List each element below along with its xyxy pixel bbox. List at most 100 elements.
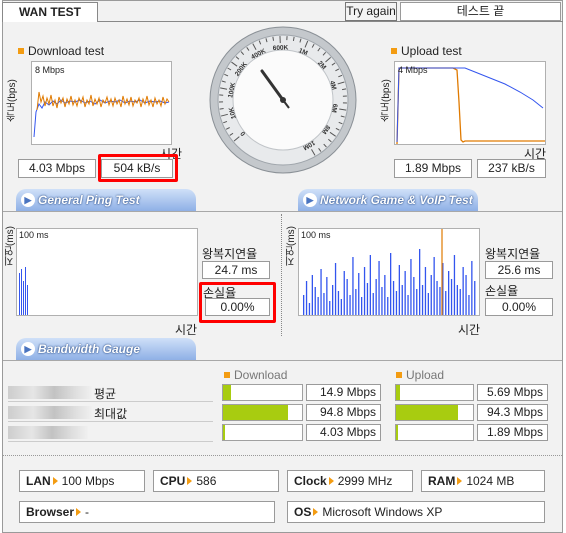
ping-bar	[456, 285, 458, 315]
arrow-right-icon: ▶	[303, 193, 317, 207]
ping-bar	[468, 295, 470, 315]
arrow-icon	[328, 477, 334, 485]
ping-bar	[465, 275, 467, 315]
upload-scale: 4 Mbps	[398, 65, 428, 75]
ram-info: RAM 1024 MB	[421, 470, 545, 492]
download-scale: 8 Mbps	[35, 65, 65, 75]
ping-bar	[410, 259, 412, 315]
upload-title: Upload test	[391, 44, 462, 58]
ping-bar	[462, 267, 464, 315]
try-again-button[interactable]: Try again	[345, 2, 397, 21]
highlight-loss-rate	[199, 282, 276, 323]
ping-bar	[395, 291, 398, 315]
ping-bar	[430, 275, 432, 315]
ping-left-plot	[19, 267, 28, 315]
browser-label: Browser	[26, 505, 75, 519]
redacted-label	[8, 426, 88, 439]
upload-bar	[395, 424, 474, 441]
download-mbps-field: 4.03 Mbps	[18, 159, 96, 178]
ping-bar	[416, 289, 418, 315]
upload-value: 5.69 Mbps	[477, 384, 548, 401]
download-bar-fill	[223, 385, 231, 400]
ping-bar	[303, 295, 305, 315]
bandwidth-download-header: Download	[224, 368, 287, 382]
arrow-icon	[187, 477, 193, 485]
ping-bar	[424, 267, 427, 315]
ping-bar	[314, 287, 316, 315]
ram-label: RAM	[428, 474, 456, 488]
ping-bar	[453, 255, 456, 315]
gauge-tick-label: 600K	[273, 44, 289, 52]
highlight-download-kbs	[98, 154, 178, 182]
tab-wan-test[interactable]: WAN TEST	[2, 2, 98, 22]
tab-bandwidth-gauge[interactable]: ▶ Bandwidth Gauge	[16, 338, 196, 360]
lan-info: LAN 100 Mbps	[19, 470, 145, 492]
ping-left-rtt-label: 왕복지연율	[202, 247, 258, 261]
download-title-text: Download test	[28, 44, 105, 58]
download-ylabel: 속도(bps)	[7, 79, 18, 122]
ping-bar	[372, 293, 374, 315]
clock-value: 2999 MHz	[337, 474, 393, 488]
ping-right-chart: 100 ms	[298, 228, 480, 316]
arrow-icon	[457, 477, 463, 485]
lan-label: LAN	[26, 474, 51, 488]
upload-value: 1.89 Mbps	[477, 424, 548, 441]
ping-bar	[419, 249, 421, 315]
ping-bar	[448, 271, 450, 315]
divider-top	[3, 211, 562, 212]
ping-bar	[363, 267, 366, 315]
upload-bar	[395, 384, 474, 401]
ping-bar	[343, 271, 345, 315]
upload-bar	[395, 404, 474, 421]
ping-right-xlabel: 시간	[458, 323, 481, 337]
ping-bar	[413, 277, 415, 315]
upload-kbs-field: 237 kB/s	[477, 159, 546, 178]
ping-bar	[384, 275, 386, 315]
upload-title-text: Upload test	[401, 44, 462, 58]
ping-right-rtt-label: 왕복지연율	[485, 247, 541, 261]
bandwidth-upload-header-text: Upload	[406, 368, 445, 382]
browser-value: -	[85, 505, 90, 519]
tab-general-ping-test[interactable]: ▶ General Ping Test	[16, 189, 196, 211]
ping-bar	[308, 303, 311, 315]
ping-bar	[366, 283, 369, 315]
gauge-tick	[342, 88, 347, 91]
download-bar-fill	[223, 405, 288, 420]
ping-bar	[459, 289, 461, 315]
ping-bar	[317, 297, 319, 315]
row-underline	[8, 441, 213, 442]
redacted-label	[8, 386, 92, 399]
ping-left-chart: 100 ms	[16, 228, 198, 316]
bullet-icon	[396, 372, 402, 378]
divider-bandwidth	[3, 360, 562, 361]
cpu-info: CPU 586	[153, 470, 279, 492]
ping-bar	[433, 257, 435, 315]
download-bar	[222, 384, 303, 401]
ping-bar	[355, 289, 357, 315]
ram-value: 1024 MB	[466, 474, 515, 488]
tab-network-game-voip[interactable]: ▶ Network Game & VoIP Test	[298, 189, 478, 211]
ping-bar	[378, 261, 380, 315]
tab-general-ping-label: General Ping Test	[38, 193, 140, 207]
divider-system	[3, 455, 562, 456]
bandwidth-row-label: 평균	[94, 387, 117, 401]
ping-right-plot	[303, 229, 476, 315]
status-field: 테스트 끝	[400, 2, 561, 21]
ping-bar	[375, 279, 377, 315]
cpu-label: CPU	[160, 474, 186, 488]
os-label: OS	[294, 505, 312, 519]
gauge-tick-label: 6M	[330, 103, 338, 113]
ping-bar	[346, 279, 348, 315]
os-value: Microsoft Windows XP	[322, 505, 443, 519]
ping-right-scale: 100 ms	[301, 230, 331, 240]
divider-vertical	[281, 214, 282, 336]
download-bar-fill	[223, 425, 226, 440]
ping-bar	[320, 269, 322, 315]
ping-bar	[421, 285, 424, 315]
ping-bar	[398, 265, 400, 315]
ping-right-loss-field: 0.00%	[485, 298, 553, 316]
ping-left-scale: 100 ms	[19, 230, 49, 240]
os-info: OS Microsoft Windows XP	[287, 501, 545, 523]
ping-bar	[404, 271, 406, 315]
upload-mbps-field: 1.89 Mbps	[394, 159, 472, 178]
